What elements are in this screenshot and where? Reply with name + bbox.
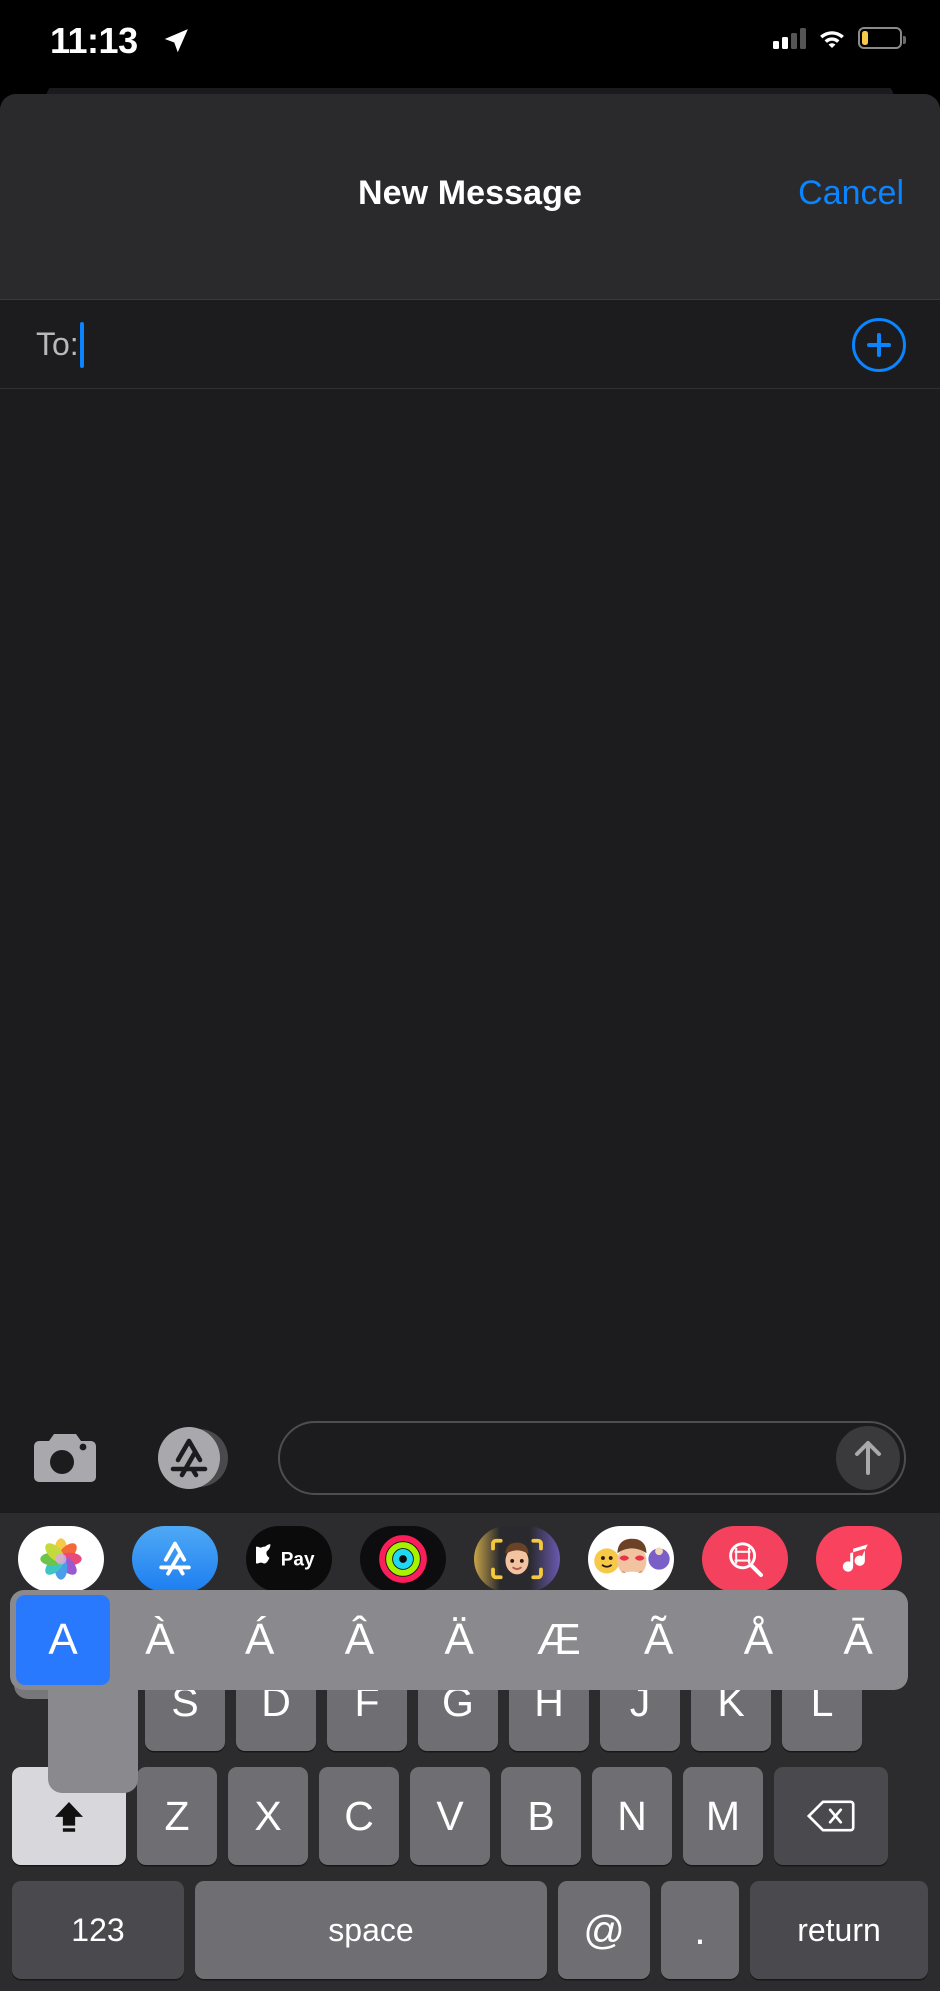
accent-char-AE[interactable]: Æ [509, 1618, 609, 1662]
app-store-app-icon[interactable] [132, 1526, 218, 1592]
music-note-glyph [842, 1544, 868, 1572]
key-M[interactable]: M [683, 1767, 763, 1865]
app-store-icon[interactable] [158, 1427, 220, 1489]
conversation-area [0, 389, 940, 1403]
numbers-key[interactable]: 123 [12, 1881, 184, 1979]
shift-up-arrow-icon [55, 1802, 83, 1832]
images-search-glyph [729, 1542, 763, 1577]
backspace-delete-icon [807, 1800, 855, 1832]
keyboard-bottom-row: Z X C V B N M [12, 1767, 928, 1865]
return-key[interactable]: return [750, 1881, 928, 1979]
app-store-glyph [159, 1541, 191, 1576]
key-B[interactable]: B [501, 1767, 581, 1865]
message-input-toolbar [0, 1403, 940, 1513]
message-input-field[interactable] [278, 1421, 906, 1495]
key-V[interactable]: V [410, 1767, 490, 1865]
accent-char-Aring[interactable]: Å [709, 1618, 809, 1662]
send-button[interactable] [836, 1426, 900, 1490]
iphone-screen: 11:13 New Message Cancel To: Pay A À Á Â… [0, 0, 940, 1991]
images-search-app-icon[interactable] [702, 1526, 788, 1592]
accent-char-Aacute[interactable]: Á [210, 1618, 310, 1662]
memoji-camera-app-icon[interactable] [474, 1526, 560, 1592]
memoji-stickers-glyph [594, 1538, 670, 1580]
key-C[interactable]: C [319, 1767, 399, 1865]
keyboard-function-row: 123 space @ . return [12, 1881, 928, 1979]
apple-music-app-icon[interactable] [816, 1526, 902, 1592]
at-key[interactable]: @ [558, 1881, 650, 1979]
status-bar-time: 11:13 [50, 20, 138, 61]
accent-popover[interactable]: A À Á Â Ä Æ Ã Å Ā [10, 1590, 908, 1690]
photos-glyph [40, 1538, 82, 1580]
wifi-icon [820, 31, 844, 48]
key-Z[interactable]: Z [137, 1767, 217, 1865]
apple-pay-app-icon[interactable]: Pay [246, 1526, 332, 1592]
accent-char-Agrave[interactable]: À [110, 1618, 210, 1662]
space-key[interactable]: space [195, 1881, 547, 1979]
period-key[interactable]: . [661, 1881, 739, 1979]
memoji-camera-glyph [491, 1538, 543, 1580]
recipient-text-caret [80, 322, 84, 368]
accent-char-Atilde[interactable]: Ã [609, 1618, 709, 1662]
status-bar: 11:13 [0, 0, 940, 88]
recipient-label: To: [36, 326, 79, 362]
key-X[interactable]: X [228, 1767, 308, 1865]
key-N[interactable]: N [592, 1767, 672, 1865]
activity-app-icon[interactable] [360, 1526, 446, 1592]
new-message-sheet: New Message Cancel To: Pay A À Á Â Ä Æ Ã… [0, 94, 940, 1991]
activity-rings-glyph [379, 1535, 427, 1583]
plus-circle-icon[interactable] [852, 318, 906, 372]
cellular-signal-icon [773, 27, 806, 49]
accent-char-Auml[interactable]: Ä [409, 1618, 509, 1662]
accent-popover-stem [48, 1673, 138, 1793]
location-arrow-icon [164, 29, 188, 53]
memoji-stickers-app-icon[interactable] [588, 1526, 674, 1592]
status-bar-indicators [773, 27, 906, 49]
camera-icon[interactable] [34, 1429, 96, 1487]
recipient-row[interactable]: To: [0, 299, 940, 389]
software-keyboard[interactable]: A À Á Â Ä Æ Ã Å Ā A S D F G H J K L [0, 1590, 940, 1991]
cancel-button[interactable]: Cancel [798, 174, 904, 213]
apple-pay-glyph: Pay [256, 1544, 315, 1571]
arrow-up-send-icon [855, 1441, 881, 1475]
accent-char-A[interactable]: A [16, 1595, 110, 1685]
sheet-navbar: New Message Cancel [0, 94, 940, 299]
backspace-key[interactable] [774, 1767, 888, 1865]
accent-char-Amacron[interactable]: Ā [808, 1618, 908, 1662]
accent-char-Acirc[interactable]: Â [310, 1618, 410, 1662]
svg-text:Pay: Pay [281, 1550, 315, 1571]
battery-low-icon [858, 27, 906, 49]
photos-app-icon[interactable] [18, 1526, 104, 1592]
